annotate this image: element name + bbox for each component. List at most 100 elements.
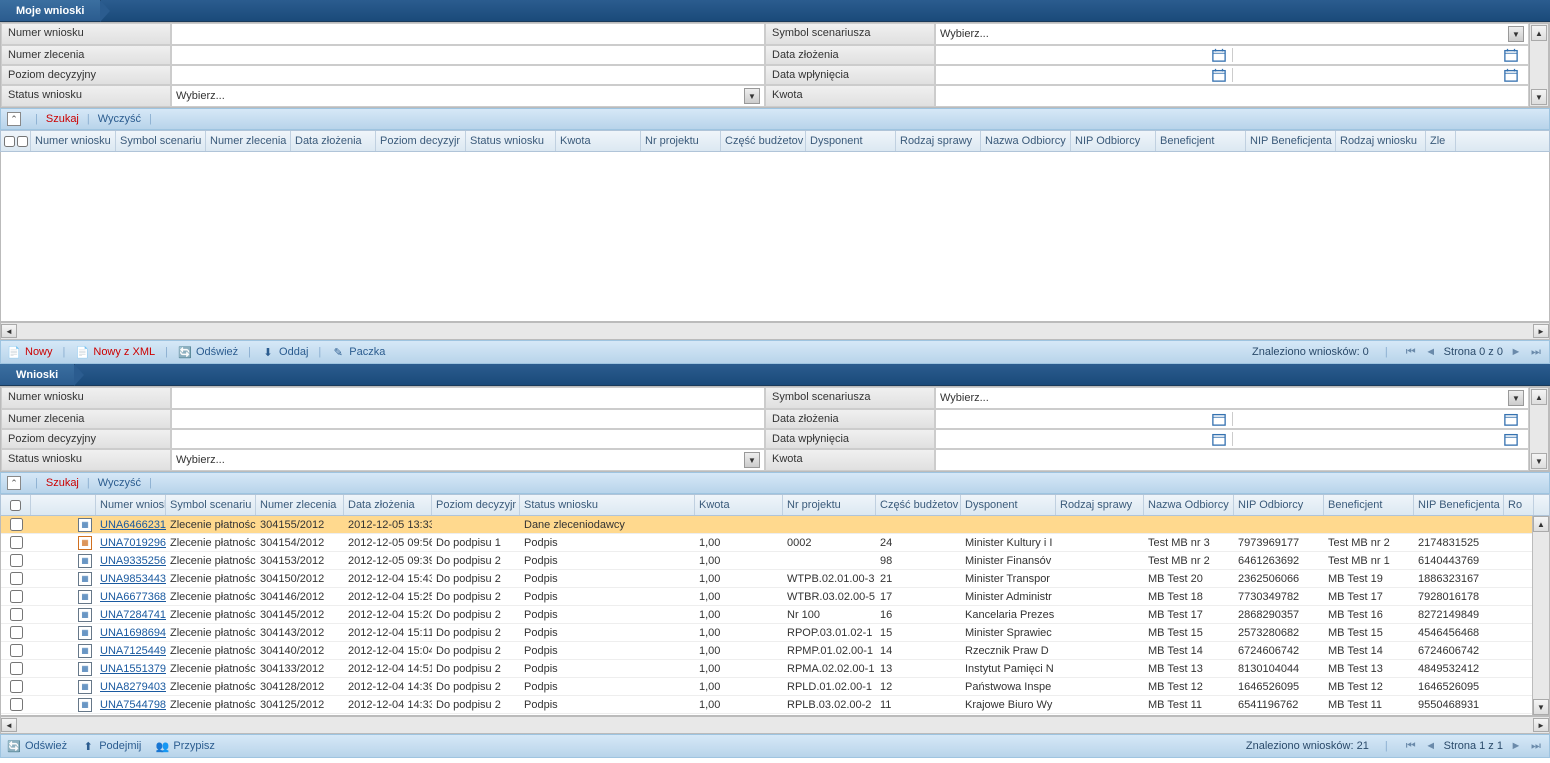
table-row[interactable]: ▦UNA9510845Zlecenie płatnośc304124/20122…	[1, 714, 1549, 716]
dropdown-icon[interactable]: ▼	[744, 88, 760, 104]
table-row[interactable]: ▦UNA7544798Zlecenie płatnośc304125/20122…	[1, 696, 1549, 714]
col-data-zlozenia[interactable]: Data złożenia	[291, 131, 376, 151]
input-numer-wniosku[interactable]	[171, 23, 765, 45]
input-poziom-decyzyjny[interactable]	[171, 65, 765, 85]
table-row[interactable]: ▦UNA7284741Zlecenie płatnośc304145/20122…	[1, 606, 1549, 624]
row-number-link[interactable]: UNA6466231	[100, 519, 166, 531]
row-number-link[interactable]: UNA7125449	[100, 645, 166, 657]
row-number-link[interactable]: UNA9853443	[100, 573, 166, 585]
last-page-icon[interactable]: ⏭	[1529, 739, 1543, 753]
document-icon[interactable]: ▦	[78, 554, 92, 568]
prev-page-icon[interactable]: ◄	[1424, 739, 1438, 753]
input-numer-zlecenia-2[interactable]	[171, 409, 765, 429]
row-checkbox[interactable]	[10, 698, 23, 711]
row-number-link[interactable]: UNA6677368	[100, 591, 166, 603]
szukaj-link[interactable]: Szukaj	[46, 113, 79, 125]
table-row[interactable]: ▦UNA9335256Zlecenie płatnośc304153/20122…	[1, 552, 1549, 570]
grid-vscroll[interactable]: ▲▼	[1532, 516, 1549, 715]
document-icon[interactable]: ▦	[78, 590, 92, 604]
top-hscroll[interactable]: ◄►	[0, 322, 1550, 340]
wyczysc-link-2[interactable]: Wyczyść	[98, 477, 141, 489]
table-row[interactable]: ▦UNA7019296Zlecenie płatnośc304154/20122…	[1, 534, 1549, 552]
document-icon[interactable]: ▦	[78, 518, 92, 532]
input-numer-wniosku-2[interactable]	[171, 387, 765, 409]
row-checkbox[interactable]	[10, 626, 23, 639]
calendar-icon[interactable]	[1212, 48, 1226, 62]
col2-rodzaj-sprawy[interactable]: Rodzaj sprawy	[1056, 495, 1144, 515]
nowy-z-xml-button[interactable]: 📄Nowy z XML	[75, 345, 155, 359]
row-checkbox[interactable]	[10, 572, 23, 585]
tab-moje-wnioski[interactable]: Moje wnioski	[0, 0, 101, 21]
table-row[interactable]: ▦UNA8279403Zlecenie płatnośc304128/20122…	[1, 678, 1549, 696]
col-nip-beneficjenta[interactable]: NIP Beneficjenta	[1246, 131, 1336, 151]
calendar-icon[interactable]	[1504, 48, 1518, 62]
oddaj-button[interactable]: ⬇Oddaj	[261, 345, 308, 359]
calendar-icon[interactable]	[1504, 412, 1518, 426]
filter-vscroll-bottom[interactable]: ▲▼	[1529, 387, 1549, 471]
calendar-icon[interactable]	[1504, 432, 1518, 446]
calendar-icon[interactable]	[1212, 68, 1226, 82]
col-numer-wniosku[interactable]: Numer wniosku	[31, 131, 116, 151]
col-nazwa-odbiorcy[interactable]: Nazwa Odbiorcy	[981, 131, 1071, 151]
row-number-link[interactable]: UNA9335256	[100, 555, 166, 567]
col2-poziom-decyzyjr[interactable]: Poziom decyzyjr	[432, 495, 520, 515]
col2-nazwa-odbiorcy[interactable]: Nazwa Odbiorcy	[1144, 495, 1234, 515]
row-checkbox[interactable]	[10, 680, 23, 693]
document-icon[interactable]: ▦	[78, 662, 92, 676]
col2-kwota[interactable]: Kwota	[695, 495, 783, 515]
row-checkbox[interactable]	[10, 518, 23, 531]
calendar-icon[interactable]	[1504, 68, 1518, 82]
col-symbol-scenariu[interactable]: Symbol scenariu	[116, 131, 206, 151]
next-page-icon[interactable]: ►	[1509, 345, 1523, 359]
calendar-icon[interactable]	[1212, 432, 1226, 446]
bottom-hscroll[interactable]: ◄►	[0, 716, 1550, 734]
col2-symbol-scenariu[interactable]: Symbol scenariu	[166, 495, 256, 515]
przypisz-button[interactable]: 👥Przypisz	[155, 739, 215, 753]
col-rodzaj-sprawy[interactable]: Rodzaj sprawy	[896, 131, 981, 151]
table-row[interactable]: ▦UNA9853443Zlecenie płatnośc304150/20122…	[1, 570, 1549, 588]
document-icon[interactable]: ▦	[78, 680, 92, 694]
col-zle[interactable]: Zle	[1426, 131, 1456, 151]
document-icon[interactable]: ▦	[78, 644, 92, 658]
document-icon[interactable]: ▦	[78, 626, 92, 640]
dropdown-icon[interactable]: ▼	[1508, 26, 1524, 42]
select-status-wniosku[interactable]: Wybierz...▼	[171, 85, 765, 107]
select-status-wniosku-2[interactable]: Wybierz...▼	[171, 449, 765, 471]
row-number-link[interactable]: UNA7284741	[100, 609, 166, 621]
last-page-icon[interactable]: ⏭	[1529, 345, 1543, 359]
col2-dysponent[interactable]: Dysponent	[961, 495, 1056, 515]
col2-czesc-budzetov[interactable]: Część budżetov	[876, 495, 961, 515]
row-number-link[interactable]: UNA7544798	[100, 699, 166, 711]
input-kwota-2[interactable]	[935, 449, 1529, 471]
col2-beneficjent[interactable]: Beneficjent	[1324, 495, 1414, 515]
table-row[interactable]: ▦UNA1551379Zlecenie płatnośc304133/20122…	[1, 660, 1549, 678]
row-checkbox[interactable]	[10, 590, 23, 603]
paczka-button[interactable]: ✎Paczka	[331, 345, 385, 359]
row-number-link[interactable]: UNA7019296	[100, 537, 166, 549]
row-number-link[interactable]: UNA1551379	[100, 663, 166, 675]
row-number-link[interactable]: UNA1698694	[100, 627, 166, 639]
col2-nip-beneficjenta[interactable]: NIP Beneficjenta	[1414, 495, 1504, 515]
first-page-icon[interactable]: ⏮	[1404, 345, 1418, 359]
header-checkbox[interactable]	[1, 131, 31, 151]
col-dysponent[interactable]: Dysponent	[806, 131, 896, 151]
tab-wnioski[interactable]: Wnioski	[0, 364, 75, 385]
collapse-icon[interactable]: ⌃	[7, 112, 21, 126]
col-kwota[interactable]: Kwota	[556, 131, 641, 151]
input-data-wplyniecia[interactable]	[935, 65, 1529, 85]
col2-ro[interactable]: Ro	[1504, 495, 1534, 515]
row-checkbox[interactable]	[10, 644, 23, 657]
input-numer-zlecenia[interactable]	[171, 45, 765, 65]
collapse-icon[interactable]: ⌃	[7, 476, 21, 490]
odswiez-button-2[interactable]: 🔄Odśwież	[7, 739, 67, 753]
col2-nr-projektu[interactable]: Nr projektu	[783, 495, 876, 515]
table-row[interactable]: ▦UNA6677368Zlecenie płatnośc304146/20122…	[1, 588, 1549, 606]
select-symbol-scenariusza[interactable]: Wybierz...▼	[935, 23, 1529, 45]
filter-vscroll-top[interactable]: ▲▼	[1529, 23, 1549, 107]
nowy-button[interactable]: 📄Nowy	[7, 345, 53, 359]
row-checkbox[interactable]	[10, 536, 23, 549]
table-row[interactable]: ▦UNA6466231Zlecenie płatnośc304155/20122…	[1, 516, 1549, 534]
col-poziom-decyzyjr[interactable]: Poziom decyzyjr	[376, 131, 466, 151]
first-page-icon[interactable]: ⏮	[1404, 739, 1418, 753]
document-icon[interactable]: ▦	[78, 698, 92, 712]
